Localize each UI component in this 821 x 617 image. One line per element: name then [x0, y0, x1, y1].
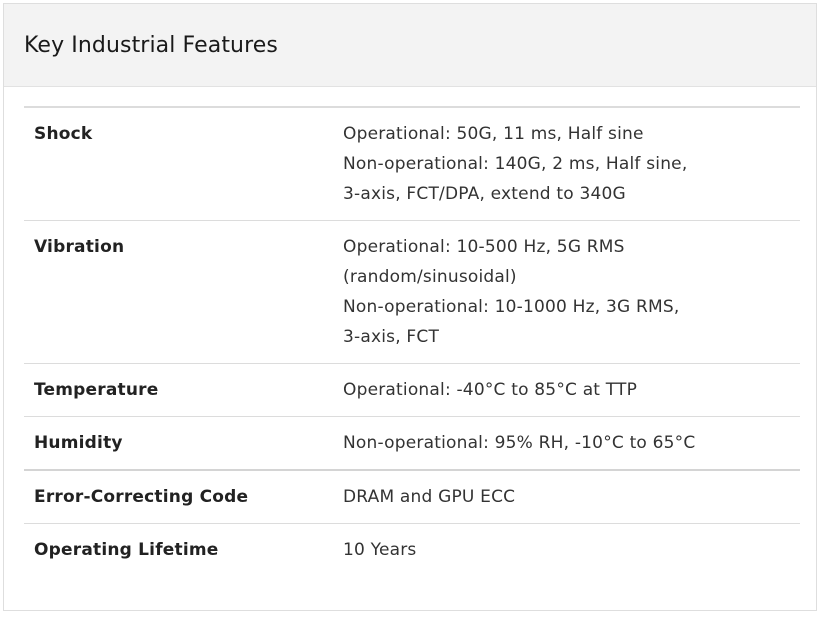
spec-value-line: Operational: -40°C to 85°C at TTP [343, 380, 638, 400]
spec-label: Error-Correcting Code [24, 470, 333, 524]
spec-label: Shock [24, 107, 333, 221]
spec-table: Shock Operational: 50G, 11 ms, Half sine… [24, 106, 800, 576]
spec-row-temperature: Temperature Operational: -40°C to 85°C a… [24, 363, 800, 417]
spec-label: Humidity [24, 416, 333, 471]
spec-value-line: Operational: 10-500 Hz, 5G RMS [343, 237, 625, 257]
spec-value-line: (random/sinusoidal) [343, 267, 517, 287]
spec-row-vibration: Vibration Operational: 10-500 Hz, 5G RMS… [24, 220, 800, 364]
spec-value-line: 3-axis, FCT [343, 327, 440, 347]
spec-value-line: 3-axis, FCT/DPA, extend to 340G [343, 184, 626, 204]
card-title: Key Industrial Features [24, 32, 278, 58]
spec-row-ecc: Error-Correcting Code DRAM and GPU ECC [24, 470, 800, 524]
spec-value: Operational: 50G, 11 ms, Half sine Non-o… [333, 107, 800, 221]
spec-value: DRAM and GPU ECC [333, 470, 800, 524]
spec-value-line: DRAM and GPU ECC [343, 487, 516, 507]
spec-value-line: Non-operational: 140G, 2 ms, Half sine, [343, 154, 688, 174]
spec-label: Operating Lifetime [34, 540, 219, 560]
spec-value-line: Non-operational: 10-1000 Hz, 3G RMS, [343, 297, 680, 317]
spec-value-line: Non-operational: 95% RH, -10°C to 65°C [343, 433, 696, 453]
features-card: Key Industrial Features Shock Operationa… [3, 3, 817, 611]
card-header: Key Industrial Features [4, 4, 816, 87]
spec-value-line: Operational: 50G, 11 ms, Half sine [343, 124, 644, 144]
spec-value-line: 10 Years [343, 540, 417, 560]
spec-value: 10 Years [333, 524, 800, 577]
spec-row-shock: Shock Operational: 50G, 11 ms, Half sine… [24, 107, 800, 221]
spec-value: Operational: -40°C to 85°C at TTP [333, 363, 800, 417]
spec-label: Vibration [24, 220, 333, 364]
spec-row-humidity: Humidity Non-operational: 95% RH, -10°C … [24, 416, 800, 471]
spec-row-lifetime: Operating Lifetime 10 Years [24, 524, 800, 577]
spec-value: Operational: 10-500 Hz, 5G RMS (random/s… [333, 220, 800, 364]
spec-label: Temperature [24, 363, 333, 417]
spec-value: Non-operational: 95% RH, -10°C to 65°C [333, 416, 800, 471]
